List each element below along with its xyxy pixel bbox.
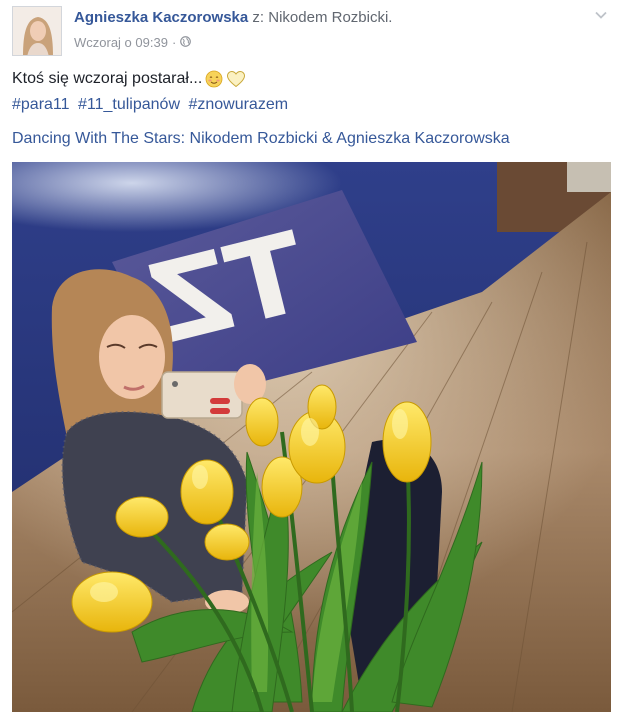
- globe-icon[interactable]: [180, 35, 192, 50]
- author-avatar[interactable]: [12, 6, 62, 56]
- tagged-person-link[interactable]: Nikodem Rozbicki.: [268, 9, 392, 26]
- yellow-heart-emoji-icon: [226, 70, 246, 88]
- timestamp-link[interactable]: Wczoraj o 09:39: [74, 35, 168, 50]
- hashtag-link[interactable]: #znowurazem: [188, 96, 288, 113]
- post-meta: Wczoraj o 09:39 ·: [74, 35, 192, 50]
- facebook-post: Agnieszka Kaczorowska z: Nikodem Rozbick…: [0, 0, 620, 720]
- hashtag-link[interactable]: #11_tulipanów: [78, 96, 180, 113]
- author-line: Agnieszka Kaczorowska z: Nikodem Rozbick…: [74, 9, 392, 26]
- post-photo[interactable]: TZG: [12, 162, 611, 712]
- author-name-link[interactable]: Agnieszka Kaczorowska: [74, 9, 248, 26]
- with-label: z:: [252, 9, 265, 26]
- hashtag-link[interactable]: #para11: [12, 96, 70, 113]
- post-text-content: Ktoś się wczoraj postarał...: [12, 70, 203, 87]
- post-text: Ktoś się wczoraj postarał...: [12, 70, 246, 88]
- hashtag-list: #para11 #11_tulipanów #znowurazem: [12, 96, 292, 114]
- chevron-down-icon[interactable]: [594, 8, 608, 22]
- smiling-blush-emoji-icon: [205, 70, 223, 88]
- album-title-link[interactable]: Dancing With The Stars: Nikodem Rozbicki…: [12, 130, 510, 148]
- meta-separator: ·: [171, 35, 177, 50]
